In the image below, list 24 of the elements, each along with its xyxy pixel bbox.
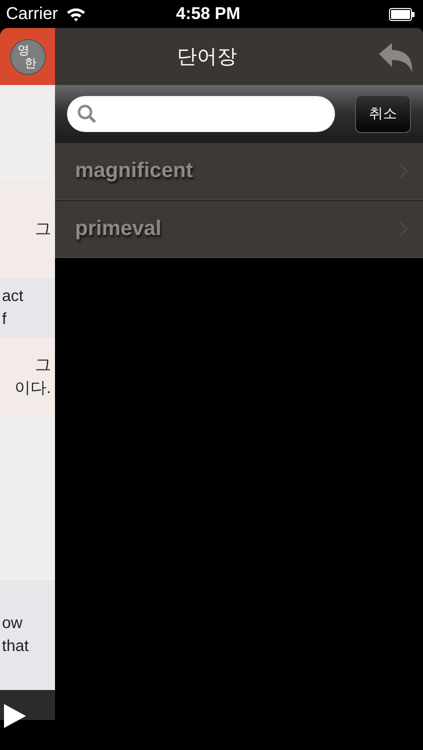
play-icon[interactable] — [4, 704, 26, 728]
entry-text: 이다. — [14, 378, 51, 398]
entry-row[interactable]: ow that — [0, 580, 55, 690]
search-icon — [77, 104, 97, 124]
entry-text: 그 — [35, 220, 51, 238]
cancel-button[interactable]: 취소 — [355, 94, 411, 132]
clock-text: 4:58 PM — [176, 3, 240, 26]
entry-text: that — [2, 637, 29, 656]
battery-icon — [389, 8, 415, 20]
language-toggle[interactable]: 영 한 — [10, 38, 46, 74]
entry-row[interactable]: act f — [0, 278, 55, 338]
word-text: magnificent — [75, 158, 193, 184]
word-text: primeval — [75, 216, 162, 242]
entry-text: f — [2, 310, 6, 329]
entry-row[interactable]: 그 — [0, 180, 55, 278]
wifi-icon — [66, 6, 86, 22]
nav-title: 단어장 — [177, 44, 237, 70]
entry-text: ow — [2, 614, 22, 633]
back-arrow-icon[interactable] — [379, 42, 413, 72]
carrier-text: Carrier — [6, 3, 58, 26]
entry-text: act — [2, 287, 24, 306]
entry-row[interactable]: 그 이다. — [0, 338, 55, 415]
search-field[interactable] — [67, 96, 335, 132]
entry-text: 그 — [35, 356, 51, 374]
